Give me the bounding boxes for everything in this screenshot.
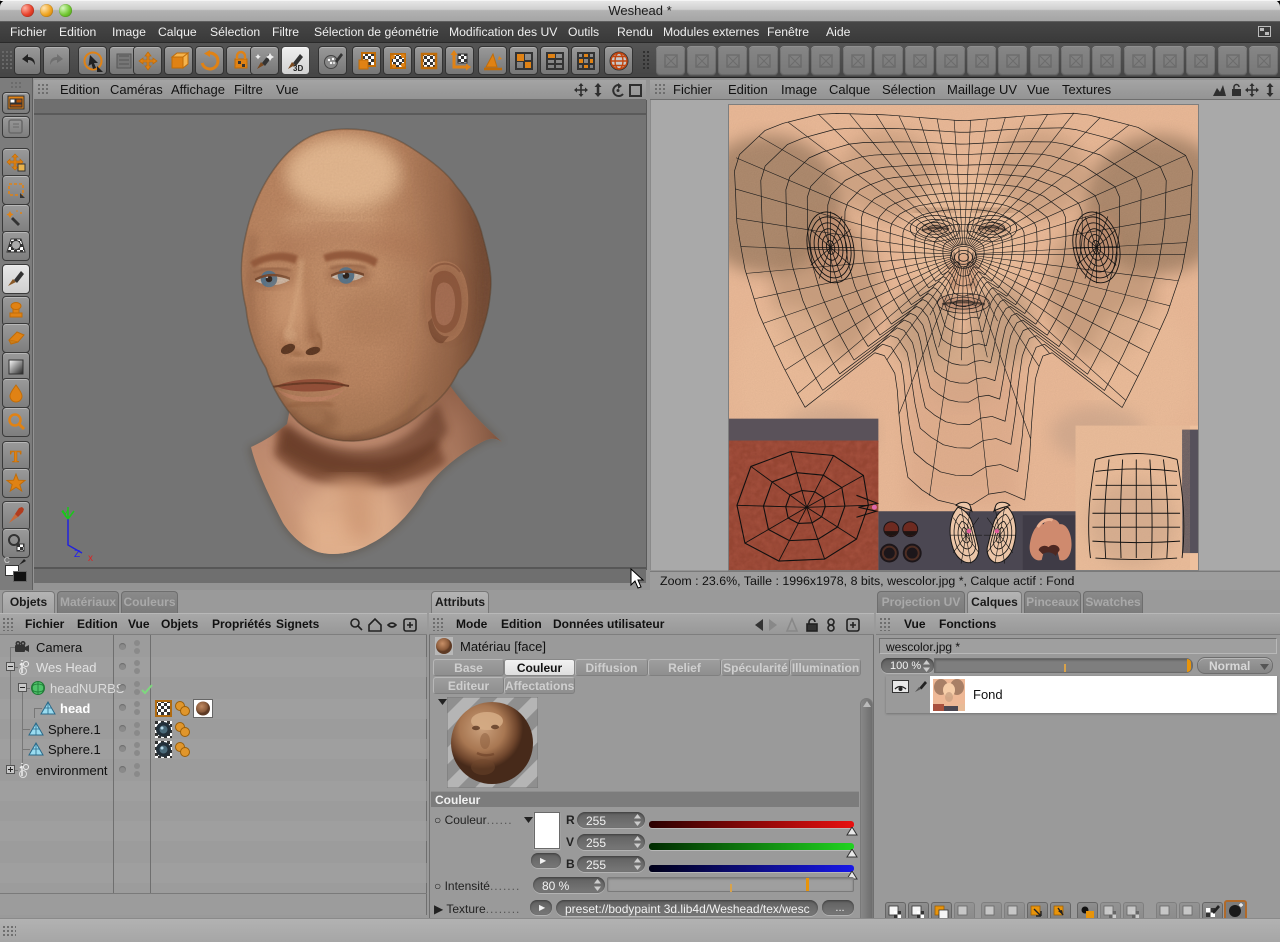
svg-text:Y: Y	[62, 509, 69, 520]
svg-text:Z: Z	[74, 549, 80, 560]
svg-text:3D: 3D	[293, 64, 303, 72]
svg-text:x: x	[88, 553, 93, 564]
svg-text:T: T	[10, 447, 22, 466]
